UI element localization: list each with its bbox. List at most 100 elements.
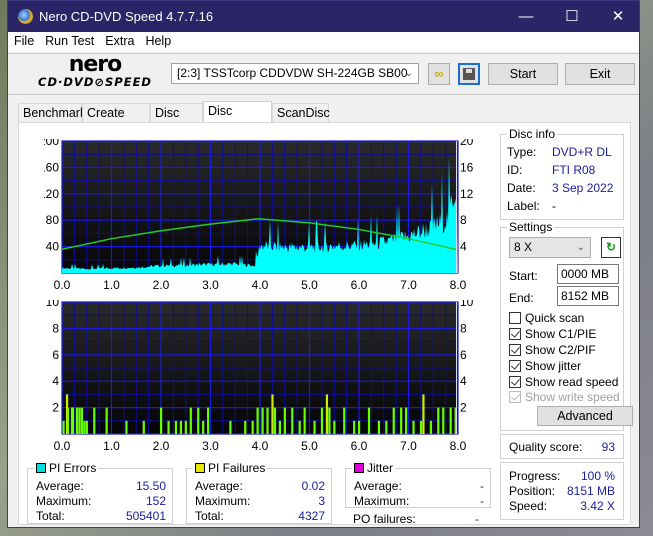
advanced-button[interactable]: Advanced xyxy=(537,406,633,426)
show-c2-pif-checkbox[interactable] xyxy=(509,344,521,356)
drive-select-value: [2:3] TSSTcorp CDDVDW SH-224GB SB00 xyxy=(177,66,408,80)
maximize-button[interactable]: ☐ xyxy=(549,1,595,32)
pi-failure-bar xyxy=(160,407,163,434)
speed-select[interactable]: 8 X ⌄ xyxy=(509,237,591,258)
pi-failure-bar xyxy=(405,407,408,434)
menu-run-test[interactable]: Run Test xyxy=(39,32,99,48)
tab-disc-info[interactable]: Disc Info xyxy=(150,103,203,138)
minimize-button[interactable]: — xyxy=(503,1,549,32)
pi-failure-bar xyxy=(85,420,88,434)
pi-failure-bar xyxy=(429,420,432,434)
pi-errors-title-text: PI Errors xyxy=(49,461,97,475)
quality-score-label: Quality score: xyxy=(509,440,583,454)
pi-failure-bar xyxy=(251,420,254,434)
y-tick-label-left: 8 xyxy=(52,321,59,335)
pi-errors-maximum-label: Maximum: xyxy=(36,494,92,508)
pi-failure-bar xyxy=(229,420,232,434)
disc-label-value: - xyxy=(552,199,556,213)
quick-scan-checkbox[interactable] xyxy=(509,312,521,324)
chain-link-icon: ∞ xyxy=(434,66,444,81)
tab-benchmark[interactable]: Benchmark xyxy=(18,103,86,122)
pi-failure-bar xyxy=(303,407,306,434)
pi-failure-bar xyxy=(412,420,415,434)
magenta-legend-swatch-icon xyxy=(354,463,364,473)
x-tick-label: 1.0 xyxy=(103,278,120,292)
refresh-button[interactable]: ↻ xyxy=(601,237,621,258)
pi-failure-bar xyxy=(377,420,380,434)
pi-errors-group: PI Errors Average: 15.50 Maximum: 152 To… xyxy=(27,461,173,524)
x-tick-label: 3.0 xyxy=(202,278,219,292)
pi-failure-bar xyxy=(207,407,210,434)
x-tick-label: 4.0 xyxy=(251,439,269,453)
pi-failure-bar xyxy=(278,420,281,434)
settings-group: Settings 8 X ⌄ ↻ Start: 0000 MB End: 815… xyxy=(500,220,633,431)
progress-label: Progress: xyxy=(509,469,561,483)
tab-disc-quality[interactable]: Disc Quality xyxy=(203,101,272,136)
app-icon xyxy=(18,9,33,24)
x-tick-label: 6.0 xyxy=(350,278,368,292)
y-tick-label-left: 200 xyxy=(44,139,59,148)
refresh-icon: ↻ xyxy=(605,240,617,254)
start-field[interactable]: 0000 MB xyxy=(557,264,619,284)
y-tick-label-right: 4 xyxy=(460,374,467,388)
y-tick-label-left: 6 xyxy=(52,348,59,362)
tab-scandisc[interactable]: ScanDisc xyxy=(272,103,330,122)
pi-failure-bar xyxy=(333,420,336,434)
progress-group: Progress: 100 % Position: 8151 MB Speed:… xyxy=(500,462,624,520)
y-tick-label-right: 2 xyxy=(460,401,467,415)
disc-type-label: Type: xyxy=(507,145,537,159)
pi-failures-average-value: 0.02 xyxy=(301,479,325,493)
pi-failures-title: PI Failures xyxy=(193,461,268,475)
pi-errors-average-label: Average: xyxy=(36,479,84,493)
pi-failures-total-value: 4327 xyxy=(298,509,325,523)
y-tick-label-right: 8 xyxy=(460,213,467,227)
pi-failure-bar xyxy=(78,407,81,434)
pi-failure-bar xyxy=(273,407,277,434)
close-button[interactable]: ✕ xyxy=(595,1,641,32)
drive-select[interactable]: [2:3] TSSTcorp CDDVDW SH-224GB SB00 ⌄ xyxy=(171,63,419,84)
title-bar: Nero CD-DVD Speed 4.7.7.16 — ☐ ✕ xyxy=(8,1,639,32)
speed-value: 3.42 X xyxy=(580,499,615,513)
save-button[interactable] xyxy=(458,63,480,85)
show-jitter-checkbox[interactable] xyxy=(509,360,521,372)
y-tick-label-left: 80 xyxy=(46,213,60,227)
menu-help[interactable]: Help xyxy=(139,32,176,48)
disc-date-value: 3 Sep 2022 xyxy=(552,181,614,195)
disc-info-group: Disc info Type: DVD+R DL ID: FTI R08 Dat… xyxy=(500,127,624,220)
progress-value: 100 % xyxy=(580,469,615,483)
end-field[interactable]: 8152 MB xyxy=(557,286,619,306)
exit-button[interactable]: Exit xyxy=(565,63,635,85)
y-tick-label-right: 20 xyxy=(460,139,474,148)
menu-extra[interactable]: Extra xyxy=(99,32,139,48)
show-read-speed-checkbox[interactable] xyxy=(509,376,521,388)
drive-info-button[interactable]: ∞ xyxy=(428,63,450,85)
disc-label-label: Label: xyxy=(507,199,540,213)
pi-failure-bar xyxy=(353,420,356,434)
pi-failure-bar xyxy=(283,407,286,434)
pi-failure-bar xyxy=(385,420,388,434)
pi-failures-chart: 10 8 6 4 2 10 8 6 4 2 xyxy=(46,300,474,435)
window-title: Nero CD-DVD Speed 4.7.7.16 xyxy=(39,9,214,24)
pi-failure-bar xyxy=(93,407,96,434)
x-tick-label: 7.0 xyxy=(400,278,417,292)
x-tick-label: 5.0 xyxy=(301,278,318,292)
pi-failure-bar xyxy=(328,407,331,434)
position-value: 8151 MB xyxy=(566,484,615,498)
show-c1-pie-checkbox[interactable] xyxy=(509,328,521,340)
floppy-disk-icon xyxy=(463,68,475,80)
start-button[interactable]: Start xyxy=(488,63,558,85)
pi-failure-bar xyxy=(83,420,86,434)
y-tick-label-left: 10 xyxy=(46,300,60,309)
end-label: End: xyxy=(509,291,534,305)
disc-quality-panel: 200 160 120 80 40 20 16 12 8 4 10 8 6 4 2 10 8 6 4 2 Disc … xyxy=(18,122,633,526)
tab-create-disc[interactable]: Create Disc xyxy=(82,103,150,138)
pi-failure-bar xyxy=(202,420,205,434)
y-tick-label-left: 2 xyxy=(52,401,59,415)
menu-file[interactable]: File xyxy=(8,32,39,48)
app-window: Nero CD-DVD Speed 4.7.7.16 — ☐ ✕ File Run… xyxy=(7,0,640,528)
start-label: Start: xyxy=(509,269,538,283)
pi-failure-bar xyxy=(325,394,329,434)
chevron-down-icon: ⌄ xyxy=(404,68,413,79)
y-tick-label-left: 120 xyxy=(44,187,59,201)
jitter-title-text: Jitter xyxy=(367,461,394,475)
